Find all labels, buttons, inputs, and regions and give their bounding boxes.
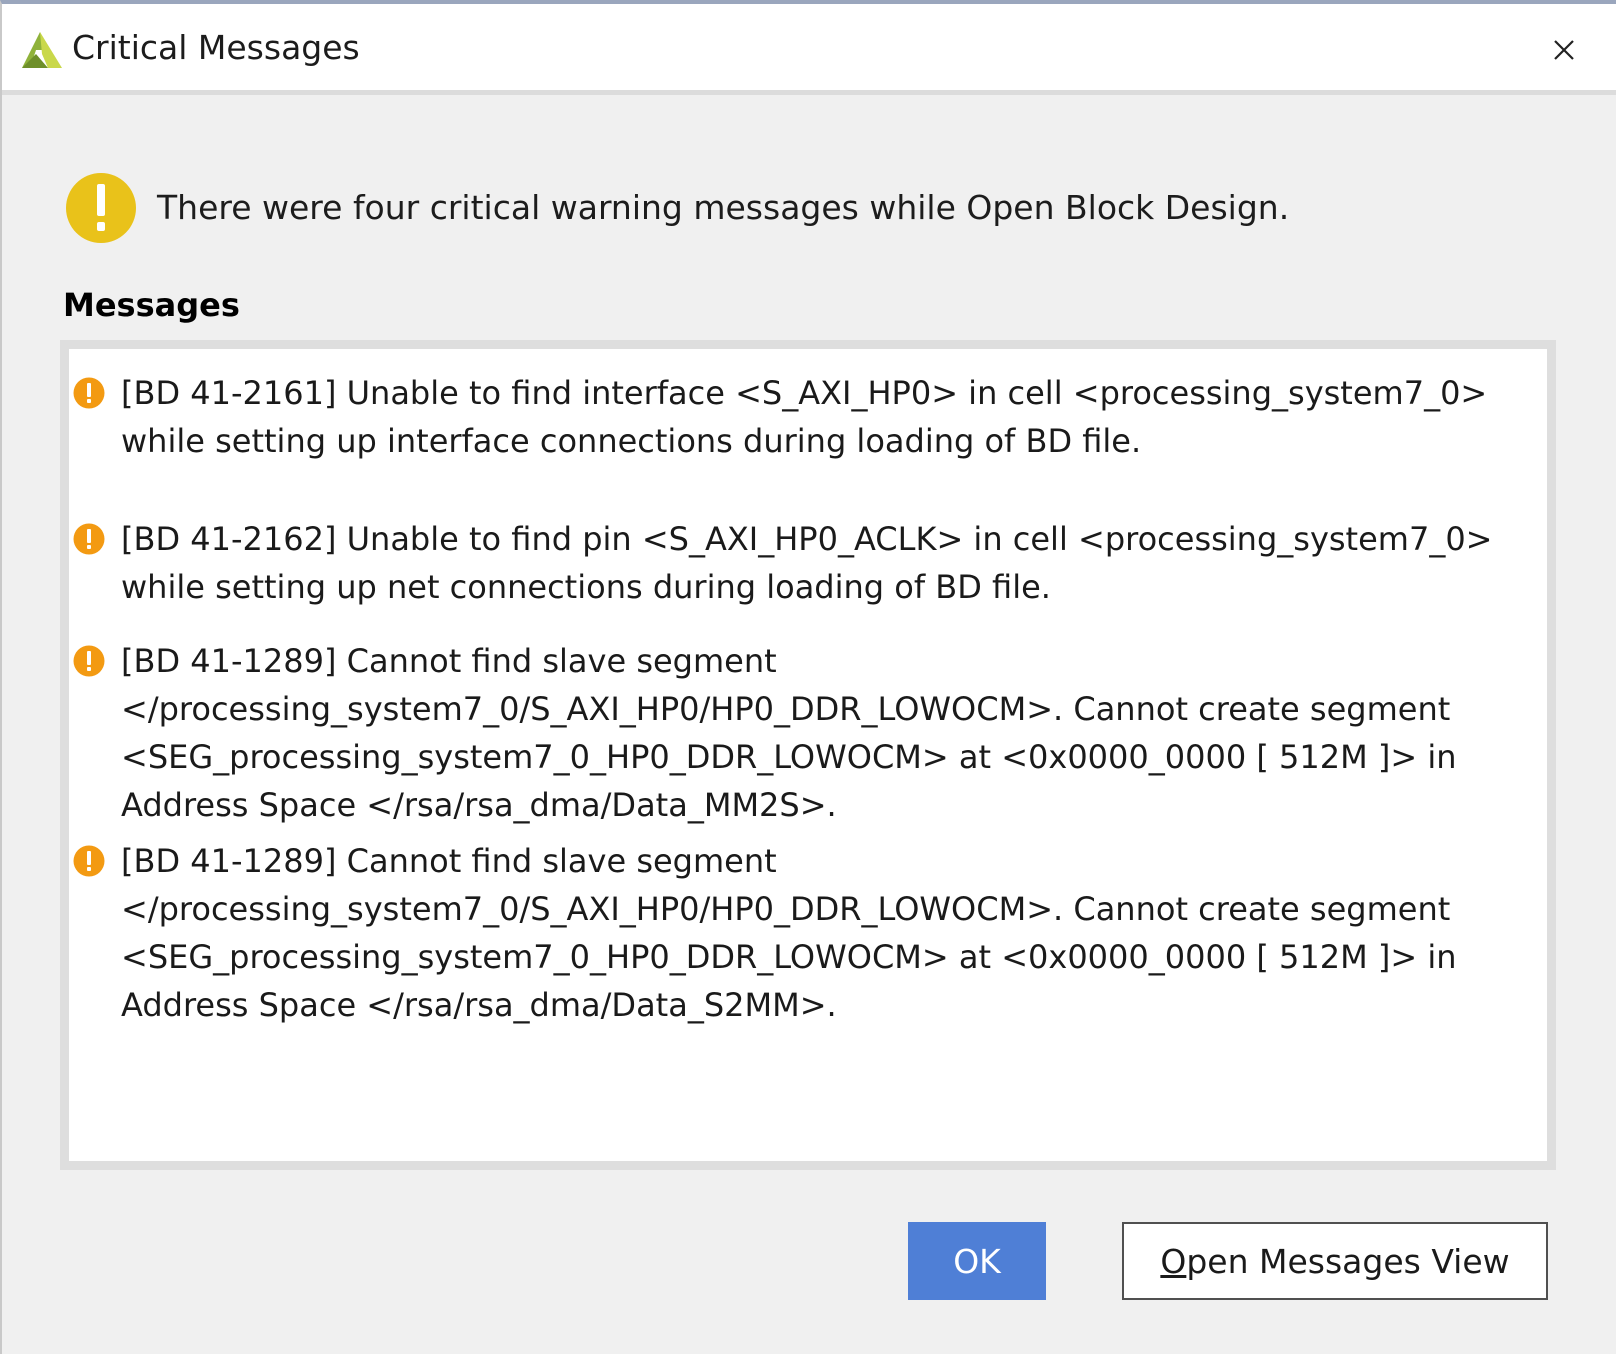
message-line: </processing_system7_0/S_AXI_HP0/HP0_DDR…: [121, 890, 1451, 928]
vivado-logo-icon: [22, 32, 62, 68]
messages-list[interactable]: [BD 41-2161] Unable to find interface <S…: [60, 340, 1556, 1170]
message-line: </processing_system7_0/S_AXI_HP0/HP0_DDR…: [121, 690, 1451, 728]
open-messages-view-button[interactable]: Open Messages View: [1122, 1222, 1548, 1300]
button-label-rest: pen Messages View: [1186, 1241, 1510, 1281]
summary-text: There were four critical warning message…: [157, 188, 1290, 227]
critical-warning-icon: [73, 377, 105, 409]
message-line: <SEG_processing_system7_0_HP0_DDR_LOWOCM…: [121, 938, 1457, 976]
title-bar: Critical Messages: [2, 4, 1616, 95]
message-text: [BD 41-1289] Cannot find slave segment <…: [121, 837, 1541, 1029]
message-line: Address Space </rsa/rsa_dma/Data_MM2S>.: [121, 786, 837, 824]
message-line: while setting up interface connections d…: [121, 422, 1142, 460]
message-line: Address Space </rsa/rsa_dma/Data_S2MM>.: [121, 986, 837, 1024]
message-line: <SEG_processing_system7_0_HP0_DDR_LOWOCM…: [121, 738, 1457, 776]
message-line: [BD 41-2161] Unable to find interface <S…: [121, 374, 1488, 412]
message-text: [BD 41-2162] Unable to find pin <S_AXI_H…: [121, 515, 1541, 611]
critical-warning-icon: [73, 645, 105, 677]
message-line: [BD 41-2162] Unable to find pin <S_AXI_H…: [121, 520, 1493, 558]
dialog-title: Critical Messages: [72, 28, 360, 67]
message-line: [BD 41-1289] Cannot find slave segment: [121, 642, 777, 680]
critical-warning-icon: [73, 845, 105, 877]
message-line: while setting up net connections during …: [121, 568, 1051, 606]
message-text: [BD 41-2161] Unable to find interface <S…: [121, 369, 1541, 465]
critical-messages-dialog: Critical Messages There were four critic…: [0, 0, 1616, 1354]
critical-warning-icon: [73, 523, 105, 555]
message-text: [BD 41-1289] Cannot find slave segment <…: [121, 637, 1541, 829]
messages-heading: Messages: [63, 286, 240, 324]
warning-icon: [66, 173, 136, 243]
ok-button[interactable]: OK: [908, 1222, 1046, 1300]
message-line: [BD 41-1289] Cannot find slave segment: [121, 842, 777, 880]
close-icon[interactable]: [1544, 30, 1584, 70]
mnemonic-char: O: [1160, 1241, 1187, 1281]
